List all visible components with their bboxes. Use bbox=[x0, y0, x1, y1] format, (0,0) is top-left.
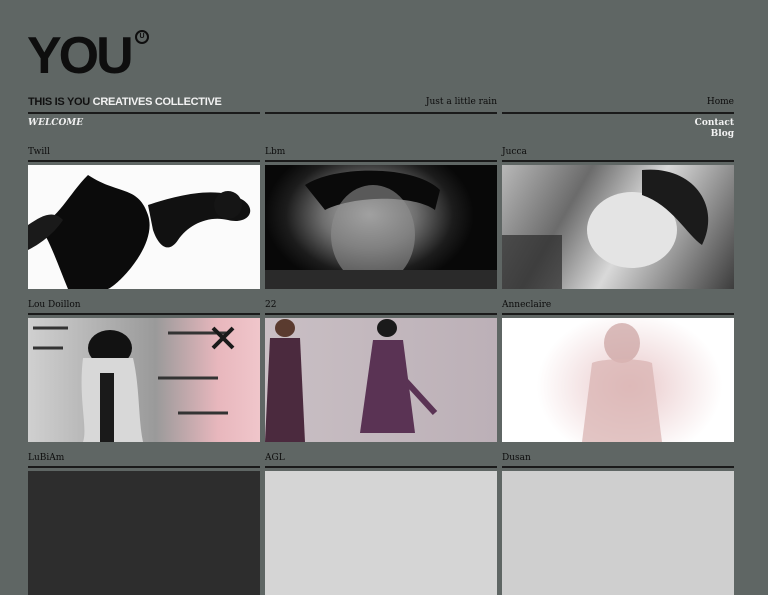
portfolio-label: LuBiAm bbox=[28, 452, 260, 468]
tagline-secondary: CREATIVES COLLECTIVE bbox=[92, 96, 222, 108]
portfolio-item-lbm[interactable]: Lbm bbox=[265, 146, 497, 289]
portfolio-thumbnail[interactable] bbox=[28, 471, 260, 595]
portfolio-thumbnail[interactable] bbox=[265, 165, 497, 289]
portfolio-label: Anneclaire bbox=[502, 299, 734, 315]
tagline-bar: THIS IS YOU CREATIVES COLLECTIVE bbox=[28, 96, 260, 114]
site-logo[interactable]: YOU U bbox=[27, 27, 149, 85]
tagline-primary: THIS IS YOU bbox=[28, 96, 90, 108]
portfolio-item-agl[interactable]: AGL bbox=[265, 452, 497, 595]
portfolio-label: 22 bbox=[265, 299, 497, 315]
side-links: Contact Blog bbox=[695, 118, 734, 140]
blog-link[interactable]: Blog bbox=[695, 129, 734, 140]
right-nav-bar: Home bbox=[502, 96, 734, 114]
logo-badge-icon: U bbox=[135, 30, 149, 44]
portfolio-label: AGL bbox=[265, 452, 497, 468]
portfolio-label: Lou Doillon bbox=[28, 299, 260, 315]
portfolio-thumbnail[interactable] bbox=[265, 471, 497, 595]
mid-nav-bar: Just a little rain bbox=[265, 96, 497, 114]
portfolio-thumbnail[interactable] bbox=[265, 318, 497, 442]
portrait-image bbox=[33, 326, 235, 442]
portfolio-thumbnail[interactable] bbox=[28, 318, 260, 442]
portfolio-item-jucca[interactable]: Jucca bbox=[502, 146, 734, 289]
ink-figure-image bbox=[28, 175, 251, 289]
portfolio-item-anneclaire[interactable]: Anneclaire bbox=[502, 299, 734, 442]
portfolio-label: Jucca bbox=[502, 146, 734, 162]
portfolio-label: Dusan bbox=[502, 452, 734, 468]
just-a-little-rain-link[interactable]: Just a little rain bbox=[426, 97, 497, 107]
portrait-image bbox=[265, 170, 497, 289]
portfolio-label: Twill bbox=[28, 146, 260, 162]
portfolio-item-twill[interactable]: Twill bbox=[28, 146, 260, 289]
home-link[interactable]: Home bbox=[707, 97, 734, 107]
portfolio-thumbnail[interactable] bbox=[502, 318, 734, 442]
portrait-image bbox=[502, 169, 709, 289]
fashion-image bbox=[265, 319, 438, 442]
tagline: THIS IS YOU CREATIVES COLLECTIVE bbox=[28, 96, 260, 108]
portfolio-item-22[interactable]: 22 bbox=[265, 299, 497, 442]
portfolio-thumbnail[interactable] bbox=[502, 471, 734, 595]
portfolio-thumbnail[interactable] bbox=[502, 165, 734, 289]
portrait-image bbox=[582, 323, 662, 442]
portfolio-item-lubiam[interactable]: LuBiAm bbox=[28, 452, 260, 595]
portfolio-label: Lbm bbox=[265, 146, 497, 162]
welcome-link[interactable]: WELCOME bbox=[28, 118, 83, 128]
logo-wordmark: YOU bbox=[27, 27, 134, 85]
portfolio-thumbnail[interactable] bbox=[28, 165, 260, 289]
contact-link[interactable]: Contact bbox=[695, 118, 734, 129]
portfolio-item-lou-doillon[interactable]: Lou Doillon bbox=[28, 299, 260, 442]
portfolio-item-dusan[interactable]: Dusan bbox=[502, 452, 734, 595]
